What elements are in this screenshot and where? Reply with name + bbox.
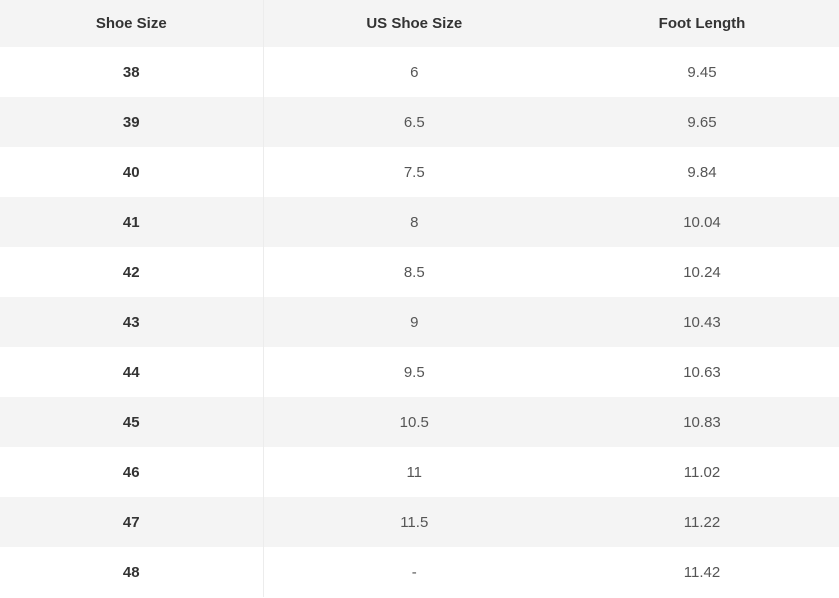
table-row: 43 9 10.43 [0, 297, 839, 347]
table-header: Shoe Size US Shoe Size Foot Length [0, 0, 839, 47]
us-shoe-size-cell: 6 [410, 63, 419, 81]
shoe-size-table: Shoe Size US Shoe Size Foot Length 38 6 9.… [0, 0, 839, 597]
shoe-size-cell: 47 [0, 497, 264, 547]
table-row: 44 9.5 10.63 [0, 347, 839, 397]
us-shoe-size-cell: 8.5 [403, 263, 425, 281]
us-shoe-size-cell: 9.5 [403, 363, 425, 381]
shoe-size-cell: 48 [0, 547, 264, 597]
table-row: 48 - 11.42 [0, 547, 839, 597]
header-row: Shoe Size US Shoe Size Foot Length [0, 0, 839, 47]
table-row: 39 6.5 9.65 [0, 97, 839, 147]
shoe-size-cell: 39 [0, 97, 264, 147]
us-shoe-size-cell: 11.5 [400, 513, 429, 531]
table-row: 41 8 10.04 [0, 197, 839, 247]
us-shoe-size-cell: 6.5 [403, 113, 425, 131]
us-shoe-size-cell: 9 [410, 313, 419, 331]
shoe-size-cell: 43 [0, 297, 264, 347]
foot-length-cell: 11.22 [683, 513, 721, 531]
us-shoe-size-cell: - [411, 563, 417, 581]
shoe-size-cell: 45 [0, 397, 264, 447]
table-row: 38 6 9.45 [0, 47, 839, 97]
foot-length-cell: 10.43 [683, 313, 721, 331]
us-shoe-size-cell: 8 [410, 213, 419, 231]
table-body: 38 6 9.45 39 6.5 9.65 40 7.5 9.84 41 8 10.04 42 8.5 10… [0, 47, 839, 597]
header-us-shoe-size: US Shoe Size [366, 15, 463, 32]
shoe-size-cell: 44 [0, 347, 264, 397]
shoe-size-cell: 40 [0, 147, 264, 197]
table-row: 45 10.5 10.83 [0, 397, 839, 447]
table-row: 40 7.5 9.84 [0, 147, 839, 197]
foot-length-cell: 9.84 [687, 163, 717, 181]
header-shoe-size: Shoe Size [0, 0, 264, 47]
foot-length-cell: 10.04 [683, 213, 721, 231]
shoe-size-cell: 41 [0, 197, 264, 247]
us-shoe-size-cell: 10.5 [399, 413, 429, 431]
foot-length-cell: 9.65 [687, 113, 717, 131]
foot-length-cell: 10.63 [683, 363, 721, 381]
foot-length-cell: 10.83 [683, 413, 721, 431]
shoe-size-cell: 46 [0, 447, 264, 497]
foot-length-cell: 10.24 [683, 263, 721, 281]
shoe-size-cell: 38 [0, 47, 264, 97]
table-row: 46 11 11.02 [0, 447, 839, 497]
header-foot-length: Foot Length [658, 15, 746, 32]
shoe-size-cell: 42 [0, 247, 264, 297]
us-shoe-size-cell: 11 [406, 463, 423, 481]
table-row: 47 11.5 11.22 [0, 497, 839, 547]
table-row: 42 8.5 10.24 [0, 247, 839, 297]
foot-length-cell: 9.45 [687, 63, 717, 81]
us-shoe-size-cell: 7.5 [403, 163, 425, 181]
foot-length-cell: 11.42 [683, 563, 721, 581]
foot-length-cell: 11.02 [683, 463, 721, 481]
